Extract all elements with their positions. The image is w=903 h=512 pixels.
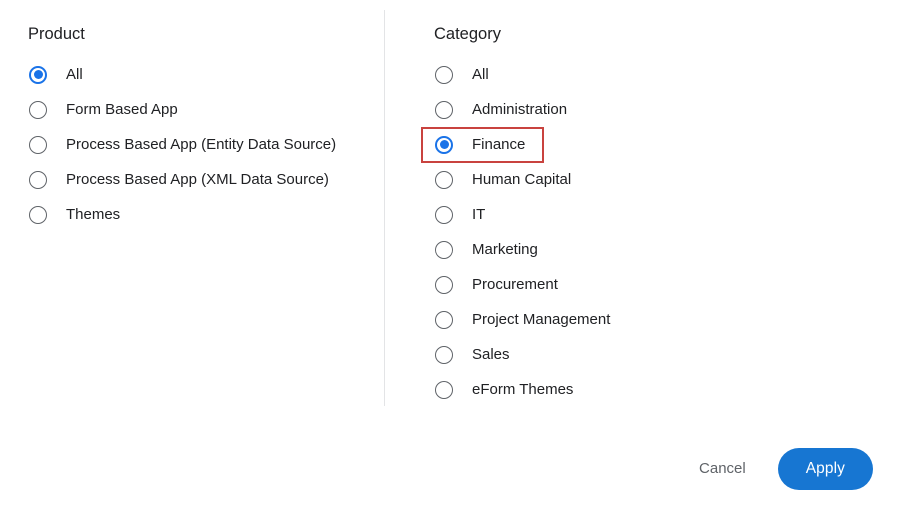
dialog-actions: Cancel Apply bbox=[681, 448, 873, 490]
product-radio-label: Process Based App (XML Data Source) bbox=[66, 171, 329, 188]
product-radio-row[interactable]: Themes bbox=[28, 197, 336, 232]
category-radio-label: IT bbox=[472, 206, 486, 223]
category-radio-label: Sales bbox=[472, 346, 510, 363]
category-radio-row[interactable]: eForm Themes bbox=[434, 372, 610, 407]
category-radio-row[interactable]: Sales bbox=[434, 337, 610, 372]
product-radio-row[interactable]: Process Based App (Entity Data Source) bbox=[28, 127, 336, 162]
category-radio-row[interactable]: IT bbox=[434, 197, 610, 232]
apply-button[interactable]: Apply bbox=[777, 448, 873, 490]
category-radio-label: Administration bbox=[472, 101, 568, 118]
radio-unselected-icon[interactable] bbox=[435, 170, 453, 189]
radio-unselected-icon[interactable] bbox=[435, 100, 453, 119]
category-radio-list: All Administration Finance Human Capital IT M… bbox=[421, 57, 610, 407]
radio-unselected-icon[interactable] bbox=[435, 205, 453, 224]
radio-unselected-icon[interactable] bbox=[435, 65, 453, 84]
product-radio-label: Process Based App (Entity Data Source) bbox=[66, 136, 337, 153]
category-radio-label: Procurement bbox=[472, 276, 558, 293]
radio-selected-icon[interactable] bbox=[29, 65, 47, 84]
category-group-title: Category bbox=[434, 25, 501, 43]
category-radio-row[interactable]: All bbox=[434, 57, 610, 92]
category-radio-row[interactable]: Administration bbox=[434, 92, 610, 127]
radio-unselected-icon[interactable] bbox=[435, 310, 453, 329]
radio-unselected-icon[interactable] bbox=[29, 205, 47, 224]
product-group-title: Product bbox=[28, 25, 85, 43]
radio-unselected-icon[interactable] bbox=[29, 135, 47, 154]
product-radio-row[interactable]: Process Based App (XML Data Source) bbox=[28, 162, 336, 197]
product-radio-label: Form Based App bbox=[66, 101, 178, 118]
radio-unselected-icon[interactable] bbox=[435, 345, 453, 364]
radio-unselected-icon[interactable] bbox=[435, 240, 453, 259]
cancel-button[interactable]: Cancel bbox=[681, 450, 764, 488]
radio-unselected-icon[interactable] bbox=[29, 170, 47, 189]
category-radio-row[interactable]: Procurement bbox=[434, 267, 610, 302]
product-radio-row[interactable]: All bbox=[28, 57, 336, 92]
column-divider bbox=[384, 10, 385, 406]
category-radio-label: Human Capital bbox=[472, 171, 572, 188]
product-radio-list: All Form Based App Process Based App (Enti… bbox=[28, 57, 336, 232]
category-radio-label: All bbox=[472, 66, 489, 83]
product-radio-label: All bbox=[66, 66, 83, 83]
radio-unselected-icon[interactable] bbox=[435, 275, 453, 294]
category-radio-label: Finance bbox=[472, 136, 526, 153]
category-radio-row[interactable]: Finance bbox=[421, 126, 610, 163]
product-radio-label: Themes bbox=[66, 206, 121, 223]
category-radio-row[interactable]: Human Capital bbox=[434, 162, 610, 197]
radio-unselected-icon[interactable] bbox=[435, 380, 453, 399]
radio-selected-icon[interactable] bbox=[435, 135, 453, 154]
category-radio-label: Marketing bbox=[472, 241, 538, 258]
category-radio-label: eForm Themes bbox=[472, 381, 574, 398]
filter-panel: Product All Form Based App Process Based A… bbox=[0, 0, 903, 512]
radio-unselected-icon[interactable] bbox=[29, 100, 47, 119]
category-radio-row[interactable]: Marketing bbox=[434, 232, 610, 267]
category-radio-label: Project Management bbox=[472, 311, 611, 328]
product-radio-row[interactable]: Form Based App bbox=[28, 92, 336, 127]
category-radio-row[interactable]: Project Management bbox=[434, 302, 610, 337]
